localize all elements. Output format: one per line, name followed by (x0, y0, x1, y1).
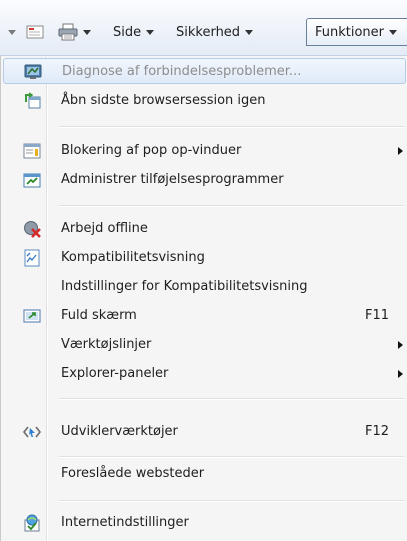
menu-item-internet-options[interactable]: Internetindstillinger (3, 510, 406, 536)
mail-icon (26, 25, 44, 39)
print-button[interactable] (58, 20, 91, 44)
menu-item-label: Diagnose af forbindelsesproblemer... (62, 64, 302, 79)
menu-item-label: Kompatibilitetsvisning (61, 250, 205, 265)
reopen-session-icon (25, 92, 41, 109)
network-diagnose-icon (24, 64, 42, 79)
menu-item-label: Blokering af pop op-vinduer (61, 143, 242, 158)
menu-item-diagnose-connection[interactable]: Diagnose af forbindelsesproblemer... (3, 58, 406, 84)
menu-item-label: Internetindstillinger (61, 515, 189, 530)
menu-item-work-offline[interactable]: Arbejd offline (3, 216, 406, 242)
menu-item-toolbars[interactable]: Værktøjslinjer (3, 332, 406, 358)
safety-menu-label: Sikkerhed (176, 24, 241, 40)
menu-item-label: Explorer-paneler (61, 366, 169, 381)
chevron-down-icon (245, 29, 254, 35)
menu-separator (59, 500, 404, 501)
menu-item-compatibility-settings[interactable]: Indstillinger for Kompatibilitetsvisning (3, 274, 406, 300)
offline-icon (24, 221, 41, 238)
compatibility-view-icon (24, 249, 40, 267)
menu-item-fullscreen[interactable]: Fuld skærm F11 (3, 303, 406, 329)
menu-separator (59, 398, 404, 399)
feeds-dropdown-button[interactable] (8, 20, 16, 44)
popup-blocker-icon (23, 143, 41, 159)
menu-item-label: Indstillinger for Kompatibilitetsvisning (61, 279, 308, 294)
menu-separator (59, 205, 404, 206)
tools-menu-button[interactable]: Funktioner (306, 18, 407, 46)
shortcut-label: F11 (365, 308, 390, 323)
shortcut-label: F12 (365, 424, 390, 439)
menu-item-label: Arbejd offline (61, 221, 148, 236)
menu-item-suggested-sites[interactable]: Foreslåede websteder (3, 461, 406, 487)
menu-item-label: Udviklerværktøjer (61, 424, 178, 439)
chevron-down-icon (389, 29, 398, 35)
tools-menu-label: Funktioner (315, 24, 385, 40)
menu-item-developer-tools[interactable]: Udviklerværktøjer F12 (3, 419, 406, 445)
menu-item-compatibility-view[interactable]: Kompatibilitetsvisning (3, 245, 406, 271)
menu-item-explorer-bars[interactable]: Explorer-paneler (3, 361, 406, 387)
chevron-down-icon (83, 29, 91, 35)
menu-separator (59, 126, 404, 127)
safety-menu-button[interactable]: Sikkerhed (176, 20, 254, 44)
menu-item-label: Åbn sidste browsersession igen (61, 93, 266, 108)
command-bar: Side Sikkerhed Funktioner (0, 0, 407, 56)
menu-item-label: Administrer tilføjelsesprogrammer (61, 172, 284, 187)
menu-item-label: Værktøjslinjer (61, 337, 152, 352)
chevron-down-icon (8, 29, 16, 35)
menu-separator (59, 456, 404, 457)
printer-icon (58, 23, 78, 41)
addons-icon (23, 173, 41, 188)
mail-button[interactable] (26, 20, 44, 44)
submenu-arrow-icon (398, 341, 403, 349)
submenu-arrow-icon (398, 370, 403, 378)
page-menu-label: Side (113, 24, 142, 40)
page-menu-button[interactable]: Side (113, 20, 155, 44)
menu-item-label: Fuld skærm (61, 308, 137, 323)
menu-item-manage-addons[interactable]: Administrer tilføjelsesprogrammer (3, 167, 406, 193)
menu-item-reopen-session[interactable]: Åbn sidste browsersession igen (3, 88, 406, 114)
menu-item-popup-blocker[interactable]: Blokering af pop op-vinduer (3, 138, 406, 164)
developer-tools-icon (23, 426, 41, 438)
chevron-down-icon (146, 29, 155, 35)
menu-item-label: Foreslåede websteder (61, 466, 205, 481)
submenu-arrow-icon (398, 147, 403, 155)
internet-options-icon (24, 514, 40, 532)
tools-dropdown-menu: Diagnose af forbindelsesproblemer... Åbn… (0, 56, 407, 541)
fullscreen-icon (23, 309, 41, 323)
